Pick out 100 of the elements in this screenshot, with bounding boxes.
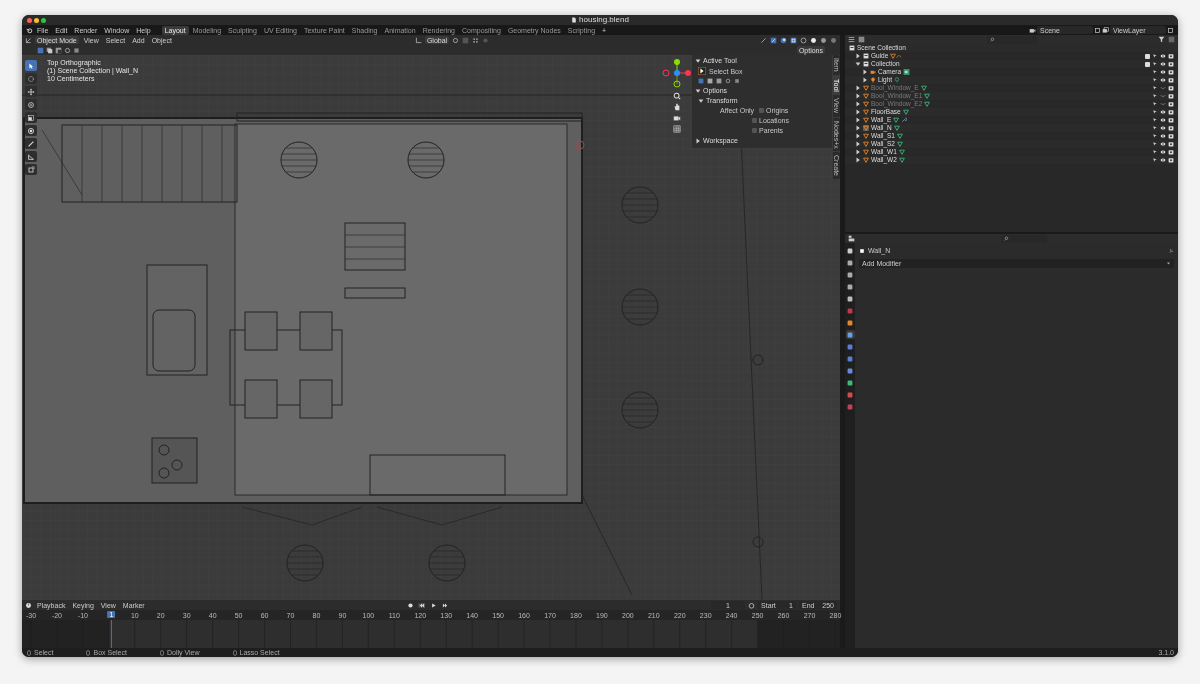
minimize-window-button[interactable] [34,17,39,23]
expand-right-icon[interactable] [695,137,701,144]
expand-right-icon[interactable] [862,77,868,83]
eye-icon[interactable] [1160,109,1166,115]
record-icon[interactable] [407,601,415,609]
invert-selection-icon[interactable] [725,78,731,84]
eye-icon[interactable] [1160,125,1166,131]
grid-icon[interactable] [673,125,681,133]
file-icon [571,17,578,23]
search-field[interactable] [1001,234,1047,243]
3d-cursor-tool-button[interactable] [25,73,37,84]
transform-tool-button[interactable] [25,125,37,136]
material-shading-icon[interactable] [820,36,827,44]
overlay-toggle-icon[interactable] [780,36,787,44]
eye-icon[interactable] [1160,149,1166,155]
grid-snap-icon[interactable] [472,36,480,44]
camera-render-icon[interactable] [1168,125,1174,131]
properties-tab[interactable] [845,318,855,327]
solid-shading-icon[interactable] [810,36,817,44]
camera-render-icon[interactable] [1168,61,1174,67]
close-window-button[interactable] [27,17,32,23]
checkbox[interactable] [752,118,757,123]
camera-data-icon[interactable] [903,69,911,75]
extend-selection-icon[interactable] [46,46,53,54]
add-cube-tool-button[interactable] [25,164,37,175]
checkbox[interactable] [752,128,757,133]
eye-icon[interactable] [1160,133,1166,139]
blender-logo-icon[interactable] [26,26,33,34]
zoom-window-button[interactable] [41,17,46,23]
mesh-curve-icon [890,53,903,59]
expand-down-icon[interactable] [855,61,861,67]
new-selection-icon[interactable] [698,78,704,84]
camera-render-icon[interactable] [1168,133,1174,139]
camera-render-icon[interactable] [1168,149,1174,155]
eye-icon[interactable] [1160,117,1166,123]
camera-render-icon[interactable] [1168,141,1174,147]
rotate-tool-button[interactable] [25,99,37,110]
expand-right-icon[interactable] [855,141,861,147]
zoom-icon[interactable] [673,92,681,100]
editor-type-icon[interactable] [25,36,32,44]
clock-icon[interactable] [25,601,32,609]
pencil-tool-button[interactable] [25,138,37,149]
expand-down-icon[interactable] [698,97,704,104]
intersect-selection-icon[interactable] [73,46,80,54]
subtract-selection-icon[interactable] [55,46,62,54]
subtract-selection-icon[interactable] [716,78,722,84]
move-arrows-tool-button[interactable] [25,86,37,97]
invert-selection-icon[interactable] [64,46,71,54]
axis-gizmo[interactable] [662,58,692,88]
expand-right-icon[interactable] [855,157,861,163]
camera-render-icon[interactable] [1168,117,1174,123]
expand-right-icon[interactable] [855,93,861,99]
properties-editor-icon[interactable] [848,235,855,242]
select-box-icon[interactable] [698,67,706,75]
expand-down-icon[interactable] [695,87,701,94]
copy-icon[interactable] [1167,26,1174,34]
bulb-data-icon[interactable] [894,77,901,83]
camera-render-icon[interactable] [1168,53,1174,59]
gizmo-toggle-icon[interactable] [770,36,777,44]
camera-render-icon[interactable] [1168,157,1174,163]
xray-toggle-icon[interactable] [790,36,797,44]
playback-controls-icon[interactable] [417,601,428,609]
rendered-shading-icon[interactable] [830,36,837,44]
expand-right-icon[interactable] [855,109,861,115]
stopwatch-icon[interactable] [748,601,755,609]
eye-icon[interactable] [1160,141,1166,147]
camera-render-icon[interactable] [1168,109,1174,115]
hand-icon[interactable] [673,103,681,111]
eye-icon[interactable] [1160,69,1166,75]
outliner-editor-icon[interactable] [848,36,855,43]
exclude-checkbox[interactable] [1145,61,1150,67]
pin-icon[interactable] [1168,247,1174,254]
mouse-icon [231,649,238,656]
scale-tool-button[interactable] [25,112,37,123]
eye-icon[interactable] [1160,77,1166,83]
eye-icon[interactable] [1160,157,1166,163]
ruler-tool-button[interactable] [25,151,37,162]
wireframe-shading-icon[interactable] [800,36,807,44]
camera-render-icon[interactable] [1168,77,1174,83]
checkbox[interactable] [759,108,765,113]
camera-render-icon[interactable] [1168,85,1174,91]
pivot-icon[interactable] [452,36,460,44]
exclude-checkbox[interactable] [1145,53,1150,59]
intersect-selection-icon[interactable] [734,78,740,84]
extend-selection-icon[interactable] [707,78,713,84]
camera-icon[interactable] [673,114,681,122]
eye-icon[interactable] [1160,61,1166,67]
search-field[interactable] [986,35,1037,44]
layers-icon[interactable] [1102,26,1109,34]
ruler-icon [27,152,35,161]
orientation-axes-icon[interactable] [414,36,422,44]
expand-right-icon[interactable] [855,125,861,131]
expand-down-icon[interactable] [695,57,701,64]
eye-icon[interactable] [1160,53,1166,59]
camera-render-icon[interactable] [1168,93,1174,99]
cursor-arrow-tool-button[interactable] [25,60,37,71]
window-title: housing.blend [579,16,629,24]
camera-render-icon[interactable] [1168,101,1174,107]
camera-render-icon[interactable] [1168,69,1174,75]
copy-icon[interactable] [1094,26,1101,34]
